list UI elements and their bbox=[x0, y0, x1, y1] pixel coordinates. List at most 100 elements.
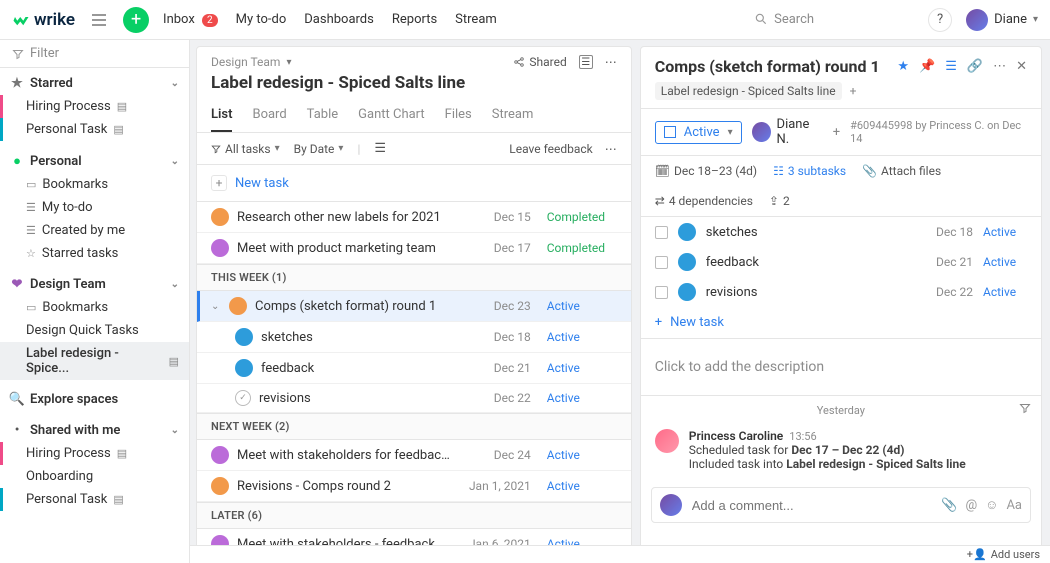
dates-chip[interactable]: 🗓 Dec 18–23 (4d) bbox=[655, 164, 757, 178]
task-row[interactable]: Meet with product marketing team Dec 17 … bbox=[197, 233, 631, 264]
sidebar-item-dt-bookmarks[interactable]: ▭Bookmarks bbox=[0, 296, 189, 319]
sidebar-item-created[interactable]: ☰Created by me bbox=[0, 219, 189, 242]
share-chip[interactable]: ⇪ 2 bbox=[769, 194, 790, 208]
tab-gantt[interactable]: Gantt Chart bbox=[358, 99, 425, 132]
task-status: Active bbox=[547, 479, 617, 493]
more-icon[interactable]: ⋯ bbox=[993, 59, 1006, 74]
leave-feedback-link[interactable]: Leave feedback bbox=[509, 142, 593, 156]
hamburger-icon[interactable] bbox=[89, 13, 109, 27]
sidebar-item-mytodo[interactable]: ☰My to-do bbox=[0, 196, 189, 219]
task-row[interactable]: Revisions - Comps round 2 Jan 1, 2021 Ac… bbox=[197, 471, 631, 502]
sidebar-header-design-team[interactable]: ❤ Design Team ⌄ bbox=[0, 273, 189, 296]
format-icon[interactable]: Aa bbox=[1006, 498, 1022, 513]
check-circle-icon[interactable]: ✓ bbox=[235, 390, 251, 406]
emoji-icon[interactable]: ☺ bbox=[985, 497, 998, 513]
nav-stream[interactable]: Stream bbox=[455, 12, 497, 27]
add-users-strip[interactable]: +👤 Add users bbox=[190, 545, 1050, 563]
logo: wrike bbox=[12, 10, 75, 30]
sidebar-header-shared[interactable]: • Shared with me ⌄ bbox=[0, 419, 189, 442]
sidebar-item-quick-tasks[interactable]: Design Quick Tasks bbox=[0, 319, 189, 342]
parent-task-chip[interactable]: Label redesign - Spiced Salts line bbox=[655, 82, 842, 100]
sidebar-item-starred-tasks[interactable]: ☆Starred tasks bbox=[0, 242, 189, 265]
bydate-label: By Date bbox=[294, 142, 335, 156]
sidebar-header-starred[interactable]: ★ Starred ⌄ bbox=[0, 72, 189, 95]
subtask-row[interactable]: sketches Dec 18 Active bbox=[197, 322, 631, 353]
subtask-row[interactable]: revisions Dec 22 Active bbox=[641, 277, 1041, 307]
subtask-row[interactable]: sketches Dec 18 Active bbox=[641, 217, 1041, 247]
checkbox[interactable] bbox=[655, 286, 668, 299]
user-menu[interactable]: Diane ▾ bbox=[966, 9, 1038, 31]
sidebar-item-shared-hiring[interactable]: Hiring Process▤ bbox=[0, 442, 189, 465]
activity-day-label: Yesterday bbox=[641, 396, 1041, 425]
project-panel: Design Team ▾ Shared ☰ ⋯ Label redesign … bbox=[196, 46, 632, 563]
settings-icon[interactable]: ☰ bbox=[374, 141, 386, 156]
sort-bydate[interactable]: By Date ▾ bbox=[294, 142, 344, 156]
subtask-row[interactable]: ✓ revisions Dec 22 Active bbox=[197, 384, 631, 413]
close-icon[interactable]: ✕ bbox=[1016, 59, 1027, 74]
sidebar-item-personal-task[interactable]: Personal Task▤ bbox=[0, 118, 189, 141]
tab-table[interactable]: Table bbox=[307, 99, 338, 132]
new-task-row[interactable]: + New task bbox=[197, 165, 631, 202]
task-detail-title[interactable]: Comps (sketch format) round 1 bbox=[655, 57, 890, 76]
mention-icon[interactable]: @ bbox=[965, 498, 977, 513]
avatar bbox=[752, 122, 771, 142]
sidebar-item-bookmarks[interactable]: ▭Bookmarks bbox=[0, 173, 189, 196]
pin-icon[interactable]: 📌 bbox=[919, 59, 935, 74]
nav-reports[interactable]: Reports bbox=[392, 12, 437, 27]
sidebar-item-hiring[interactable]: Hiring Process▤ bbox=[0, 95, 189, 118]
chevron-down-icon[interactable]: ⌄ bbox=[211, 301, 221, 312]
filter-alltasks[interactable]: All tasks ▾ bbox=[211, 142, 280, 156]
sidebar-filter[interactable]: Filter bbox=[0, 40, 189, 68]
sidebar-item-label: Bookmarks bbox=[42, 300, 108, 315]
subtask-date: Dec 18 bbox=[925, 225, 973, 239]
star-icon[interactable]: ★ bbox=[897, 59, 909, 74]
subtasks-chip[interactable]: ☷ 3 subtasks bbox=[773, 164, 846, 178]
tab-files[interactable]: Files bbox=[445, 99, 472, 132]
tab-list[interactable]: List bbox=[211, 99, 232, 132]
sidebar-explore[interactable]: 🔍 Explore spaces bbox=[0, 388, 189, 411]
assignee-chip[interactable]: Diane N. bbox=[752, 117, 823, 147]
nav-dashboards[interactable]: Dashboards bbox=[304, 12, 374, 27]
comment-input[interactable] bbox=[690, 497, 934, 514]
subtask-row[interactable]: feedback Dec 21 Active bbox=[197, 353, 631, 384]
wrike-logo-icon bbox=[12, 11, 30, 29]
subtask-new[interactable]: + New task bbox=[641, 307, 1041, 338]
help-button[interactable]: ? bbox=[928, 8, 952, 32]
task-row[interactable]: Research other new labels for 2021 Dec 1… bbox=[197, 202, 631, 233]
sidebar-header-personal[interactable]: ● Personal ⌄ bbox=[0, 149, 189, 173]
link-icon[interactable]: 🔗 bbox=[967, 59, 983, 74]
deps-chip[interactable]: ⇄ 4 dependencies bbox=[655, 194, 753, 208]
nav-mytodo[interactable]: My to-do bbox=[236, 12, 287, 27]
nav-inbox[interactable]: Inbox 2 bbox=[163, 12, 218, 27]
chevron-down-icon: ⌄ bbox=[171, 279, 179, 290]
status-selector[interactable]: Active ▾ bbox=[655, 121, 742, 144]
add-assignee-icon[interactable]: + bbox=[833, 125, 840, 140]
filter-icon[interactable] bbox=[1019, 402, 1031, 414]
sidebar-item-shared-personal[interactable]: Personal Task▤ bbox=[0, 488, 189, 511]
sidebar-item-label-redesign[interactable]: Label redesign - Spice...▤ bbox=[0, 342, 189, 380]
checkbox[interactable] bbox=[655, 226, 668, 239]
subtask-row[interactable]: feedback Dec 21 Active bbox=[641, 247, 1041, 277]
checkbox[interactable] bbox=[655, 256, 668, 269]
attach-chip[interactable]: 📎 Attach files bbox=[862, 164, 941, 178]
description-field[interactable]: Click to add the description bbox=[641, 339, 1041, 395]
sidebar-item-onboarding[interactable]: Onboarding bbox=[0, 465, 189, 488]
task-row[interactable]: Meet with stakeholders for feedback on c… bbox=[197, 440, 631, 471]
paperclip-icon[interactable]: 📎 bbox=[941, 498, 957, 513]
global-search[interactable]: Search bbox=[754, 12, 914, 28]
create-button[interactable]: + bbox=[123, 7, 149, 33]
tab-stream[interactable]: Stream bbox=[492, 99, 534, 132]
more-icon[interactable]: ⋯ bbox=[605, 55, 617, 69]
more-icon[interactable]: ⋯ bbox=[605, 142, 617, 156]
task-row-selected[interactable]: ⌄ Comps (sketch format) round 1 Dec 23 A… bbox=[197, 291, 631, 322]
add-parent-icon[interactable]: + bbox=[850, 84, 857, 98]
main: Filter ★ Starred ⌄ Hiring Process▤ Perso… bbox=[0, 40, 1050, 563]
task-permalink: #609445998 by Princess C. on Dec 14 bbox=[850, 119, 1027, 145]
breadcrumb[interactable]: Design Team bbox=[211, 55, 280, 69]
rss-icon[interactable]: ☰ bbox=[945, 59, 957, 74]
shared-button[interactable]: Shared bbox=[513, 55, 566, 69]
chevron-down-icon: ⌄ bbox=[171, 156, 179, 167]
tab-board[interactable]: Board bbox=[252, 99, 286, 132]
list-icon: ▤ bbox=[117, 100, 127, 113]
info-icon[interactable]: ☰ bbox=[579, 55, 593, 69]
